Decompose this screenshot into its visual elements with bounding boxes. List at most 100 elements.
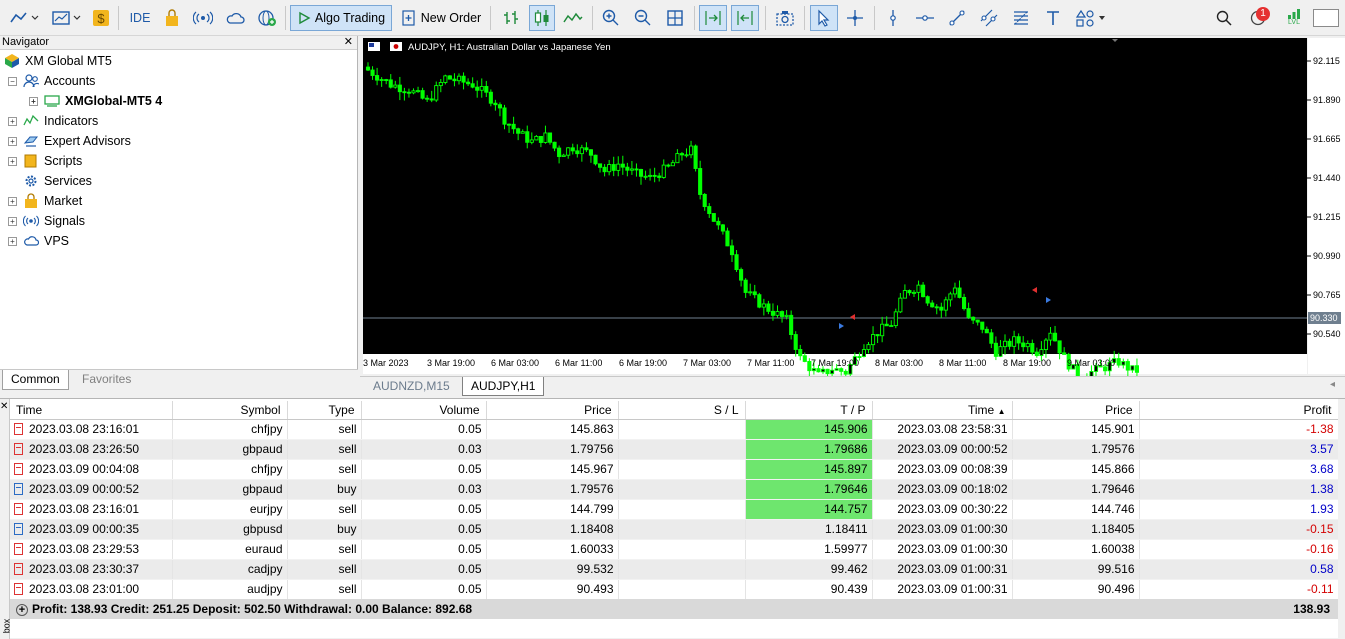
candle-body <box>1043 339 1048 351</box>
table-row[interactable]: 2023.03.08 23:16:01 chfjpy sell 0.05 145.863… <box>10 419 1339 440</box>
tree-item-expert-advisors[interactable]: + Expert Advisors <box>8 131 131 151</box>
ide-button[interactable]: IDE <box>124 5 156 31</box>
vps-button[interactable] <box>222 5 248 31</box>
close-icon[interactable]: ✕ <box>0 401 8 412</box>
candle-body <box>493 102 498 106</box>
lock-button[interactable] <box>160 5 184 31</box>
cell-symbol: euraud <box>172 539 288 560</box>
chart-shift-button[interactable] <box>731 5 759 31</box>
algo-trading-button[interactable]: Algo Trading <box>290 5 392 31</box>
tabs-scroll-left-icon[interactable]: ◂ <box>1330 379 1335 390</box>
vertical-scrollbar[interactable] <box>1338 399 1345 639</box>
bar-chart-button[interactable] <box>498 5 524 31</box>
sell-order-icon <box>14 463 23 475</box>
expand-icon[interactable]: + <box>29 96 38 106</box>
table-row[interactable]: 2023.03.08 23:16:01 eurjpy sell 0.05 144.799… <box>10 499 1339 520</box>
expand-icon[interactable]: + <box>8 196 17 206</box>
tile-windows-button[interactable] <box>662 5 688 31</box>
column-header-close-time[interactable]: Time ▲ <box>872 401 1013 420</box>
new-order-button[interactable]: New Order <box>398 5 484 31</box>
shapes-dropdown-button[interactable] <box>1072 5 1110 31</box>
candle-body <box>593 154 598 165</box>
cell-volume-value: 0.05 <box>458 422 482 436</box>
auto-scroll-button[interactable] <box>699 5 727 31</box>
column-header-price[interactable]: Price <box>486 401 619 420</box>
collapse-icon[interactable]: − <box>8 76 17 86</box>
column-header-volume[interactable]: Volume <box>361 401 487 420</box>
channel-button[interactable] <box>976 5 1002 31</box>
column-header-symbol[interactable]: Symbol <box>172 401 288 420</box>
candle-body <box>798 349 803 357</box>
candle-body <box>1057 340 1062 354</box>
market-button[interactable]: $ <box>90 5 112 31</box>
cursor-tool-button[interactable] <box>810 5 838 31</box>
table-row[interactable]: 2023.03.08 23:01:00 audjpy sell 0.05 90.493 9… <box>10 579 1339 600</box>
expand-icon[interactable]: + <box>8 136 17 146</box>
column-header-profit[interactable]: Profit <box>1139 401 1339 420</box>
tree-item-market[interactable]: + Market <box>8 191 82 211</box>
summary-row[interactable]: + Profit: 138.93 Credit: 251.25 Deposit: … <box>10 599 1338 619</box>
table-row[interactable]: 2023.03.08 23:29:53 euraud sell 0.05 1.60033… <box>10 539 1339 560</box>
candle-body <box>602 166 607 173</box>
crosshair-button[interactable] <box>842 5 868 31</box>
cell-volume: 0.05 <box>361 519 487 540</box>
expand-icon[interactable]: + <box>8 236 17 246</box>
web-button[interactable] <box>254 5 280 31</box>
tree-item-services[interactable]: Services <box>23 171 92 191</box>
signals-button[interactable] <box>190 5 216 31</box>
column-header-type[interactable]: Type <box>287 401 362 420</box>
horizontal-line-button[interactable] <box>912 5 938 31</box>
notifications-button[interactable]: 1 <box>1244 5 1272 31</box>
chart-tab-audnzd[interactable]: AUDNZD,M15 <box>365 377 458 396</box>
chart-template-dropdown-button[interactable] <box>48 5 86 31</box>
tree-item-accounts[interactable]: − Accounts <box>8 71 95 91</box>
line-chart-button[interactable] <box>560 5 586 31</box>
cell-profit: 3.68 <box>1139 459 1339 480</box>
chart-tab-audjpy[interactable]: AUDJPY,H1 <box>462 377 545 396</box>
expand-icon[interactable]: + <box>8 116 17 126</box>
tab-common[interactable]: Common <box>2 370 69 390</box>
cell-close-price-value: 1.60038 <box>1091 542 1135 556</box>
expand-icon[interactable]: + <box>8 216 17 226</box>
table-row[interactable]: 2023.03.09 00:00:52 gbpaud buy 0.03 1.79576 1… <box>10 479 1339 500</box>
table-row[interactable]: 2023.03.08 23:30:37 cadjpy sell 0.05 99.532 9… <box>10 559 1339 580</box>
zoom-out-button[interactable] <box>630 5 656 31</box>
tree-item-scripts[interactable]: + Scripts <box>8 151 82 171</box>
expand-summary-icon[interactable]: + <box>16 604 28 616</box>
table-row[interactable]: 2023.03.09 00:04:08 chfjpy sell 0.05 145.967… <box>10 459 1339 480</box>
account-panel-button[interactable] <box>1312 5 1340 31</box>
screenshot-button[interactable] <box>772 5 798 31</box>
broadcast-icon <box>193 11 213 25</box>
cell-sl <box>618 559 746 580</box>
candlestick-chart-button[interactable] <box>529 5 555 31</box>
table-row[interactable]: 2023.03.08 23:26:50 gbpaud sell 0.03 1.79756… <box>10 439 1339 460</box>
column-header-close-price[interactable]: Price <box>1012 401 1140 420</box>
column-header-sl[interactable]: S / L <box>618 401 746 420</box>
signal-level-button[interactable]: LVL <box>1282 5 1306 31</box>
close-icon[interactable]: ✕ <box>344 36 353 49</box>
candle-body <box>1130 365 1135 371</box>
cell-volume-value: 0.05 <box>458 462 482 476</box>
line-chart-dropdown-button[interactable] <box>6 5 44 31</box>
price-chart[interactable]: AUDJPY, H1: Australian Dollar vs Japanes… <box>360 36 1345 384</box>
zoom-in-button[interactable] <box>598 5 624 31</box>
vertical-line-button[interactable] <box>880 5 906 31</box>
cloud-icon <box>226 12 245 24</box>
cell-type: buy <box>287 519 362 540</box>
candle-body <box>529 139 534 143</box>
expand-icon[interactable]: + <box>8 156 17 166</box>
tree-item-vps[interactable]: + VPS <box>8 231 69 251</box>
table-row[interactable]: 2023.03.09 00:00:35 gbpusd buy 0.05 1.18408 1… <box>10 519 1339 540</box>
column-header-tp[interactable]: T / P <box>745 401 873 420</box>
tree-item-signals[interactable]: + Signals <box>8 211 85 231</box>
text-tool-button[interactable] <box>1040 5 1066 31</box>
tab-favorites[interactable]: Favorites <box>74 370 139 390</box>
fibonacci-button[interactable] <box>1008 5 1034 31</box>
time-axis-label: 6 Mar 03:00 <box>491 358 539 368</box>
trendline-button[interactable] <box>944 5 970 31</box>
tree-item-indicators[interactable]: + Indicators <box>8 111 98 131</box>
tree-item-account-server[interactable]: + XMGlobal-MT5 4 <box>29 91 162 111</box>
column-header-time[interactable]: Time <box>10 401 173 420</box>
search-button[interactable] <box>1212 5 1236 31</box>
tree-root[interactable]: XM Global MT5 <box>4 51 112 71</box>
